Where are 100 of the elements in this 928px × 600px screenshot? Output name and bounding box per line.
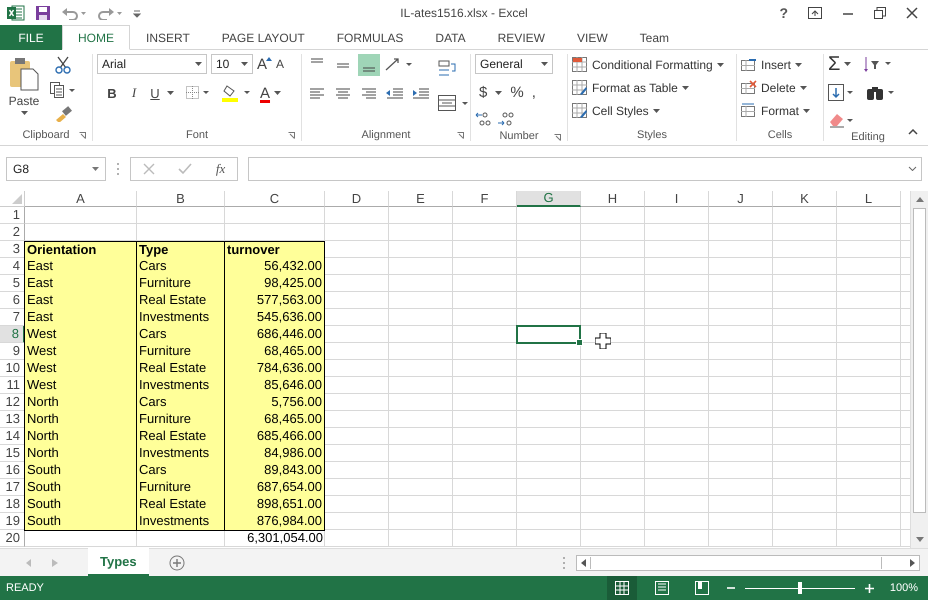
caret-icon[interactable] (274, 91, 282, 95)
restore-icon[interactable] (874, 6, 886, 18)
caret-icon[interactable] (167, 91, 174, 95)
decrease-decimal-icon[interactable] (497, 111, 515, 127)
table-cell: South (24, 513, 137, 531)
borders-icon[interactable] (186, 86, 210, 100)
table-cell: Furniture (136, 479, 225, 497)
increase-triangle-icon[interactable] (266, 57, 272, 61)
ribbon-tab[interactable]: Team (624, 25, 685, 50)
format-as-table-button[interactable]: Format as Table (572, 79, 732, 97)
formula-input[interactable] (248, 156, 922, 180)
font-name-dropdown[interactable]: Arial (97, 54, 207, 74)
table-cell: 686,446.00 (224, 326, 325, 344)
eraser-icon[interactable] (828, 112, 854, 128)
active-cell[interactable] (516, 325, 581, 344)
ribbon-tab[interactable]: PAGE LAYOUT (206, 25, 321, 50)
page-layout-view-glyph-icon[interactable] (654, 581, 669, 595)
table-cell: 876,984.00 (224, 513, 325, 531)
help-button[interactable]: ? (779, 4, 788, 20)
close-icon[interactable] (906, 6, 918, 18)
normal-view-icon[interactable] (606, 576, 637, 600)
insert-function-button[interactable]: fx (216, 160, 226, 176)
column-header[interactable]: G (517, 191, 581, 207)
table-cell: West (24, 326, 137, 344)
number-format-dropdown[interactable]: General (475, 54, 553, 74)
italic-button[interactable]: I (125, 85, 143, 101)
check-icon[interactable] (178, 162, 192, 174)
file-tab[interactable]: FILE (0, 25, 62, 50)
ribbon-tab[interactable]: FORMULAS (320, 25, 420, 50)
scroll-right-icon[interactable] (910, 558, 915, 566)
caret-icon[interactable] (195, 62, 202, 66)
bold-button[interactable]: B (103, 86, 121, 100)
cell-styles-button[interactable]: Cell Styles (572, 102, 732, 120)
merge-cells-icon[interactable] (438, 94, 470, 112)
zoom-level[interactable]: 100% (890, 582, 918, 594)
vertical-scrollbar[interactable] (910, 191, 928, 548)
normal-view-glyph-icon[interactable] (614, 581, 629, 595)
currency-button[interactable]: $ (479, 84, 488, 101)
fill-color-icon[interactable] (222, 84, 252, 102)
align-bottom-icon[interactable] (358, 54, 380, 76)
caret-icon[interactable] (241, 62, 248, 66)
dialog-launcher-icon[interactable] (457, 132, 464, 139)
ribbon-tab[interactable]: VIEW (560, 25, 624, 50)
ribbon-tab[interactable]: REVIEW (482, 25, 561, 50)
expand-formula-bar-icon[interactable] (908, 166, 917, 171)
save-icon[interactable] (35, 4, 51, 20)
add-sheet-icon[interactable] (168, 554, 185, 570)
comma-style-button[interactable]: , (532, 84, 536, 101)
percent-button[interactable]: % (510, 84, 524, 101)
page-break-view-glyph-icon[interactable] (694, 581, 709, 595)
zoom-in-icon[interactable] (864, 584, 874, 592)
sort-filter-icon[interactable] (863, 55, 894, 73)
table-cell: 98,425.00 (224, 275, 325, 293)
scroll-down-icon[interactable] (916, 537, 924, 542)
binoculars-icon[interactable] (866, 84, 896, 102)
caret-icon[interactable] (541, 62, 548, 66)
dialog-launcher-icon[interactable] (554, 134, 561, 141)
paste-label[interactable]: Paste (8, 94, 40, 108)
ribbon-tab[interactable]: DATA (419, 25, 482, 50)
grow-font-button[interactable]: A (257, 56, 268, 72)
insert-cells-button[interactable]: Insert (741, 56, 819, 74)
collapse-ribbon-icon[interactable] (908, 129, 918, 135)
dialog-launcher-icon[interactable] (79, 132, 86, 139)
caret-icon[interactable] (20, 111, 28, 115)
conditional-formatting-button[interactable]: Conditional Formatting (572, 56, 732, 74)
caret-icon[interactable] (495, 90, 502, 94)
ribbon-tab[interactable]: INSERT (130, 25, 206, 50)
caret-icon[interactable] (92, 166, 99, 170)
redo-icon[interactable] (97, 6, 123, 20)
table-cell: 85,646.00 (224, 377, 325, 395)
wrap-text-icon[interactable] (438, 60, 458, 78)
scroll-left-icon[interactable] (581, 558, 586, 566)
delete-cells-button[interactable]: Delete (741, 79, 819, 97)
paste-clipboard-icon[interactable] (9, 57, 39, 91)
customize-toolbar-icon[interactable] (133, 8, 141, 18)
caret-icon[interactable] (844, 62, 852, 66)
increase-decimal-icon[interactable] (475, 111, 493, 127)
zoom-out-icon[interactable] (726, 584, 735, 592)
fill-down-icon[interactable] (828, 84, 854, 102)
undo-icon[interactable] (61, 6, 87, 20)
font-color-button[interactable]: A (260, 84, 270, 102)
name-box[interactable]: G8 (6, 156, 106, 180)
scroll-up-icon[interactable] (916, 197, 924, 202)
sheet-tab[interactable]: Types (88, 548, 149, 576)
table-style-icon (572, 103, 588, 119)
row-header[interactable]: 20 (0, 530, 25, 547)
autosum-button[interactable]: Σ (828, 54, 840, 74)
underline-button[interactable]: U (147, 86, 163, 100)
row-header[interactable]: 8 (0, 326, 25, 343)
ribbon-tab[interactable]: HOME (62, 25, 130, 50)
ribbon-display-options-icon[interactable] (808, 6, 822, 18)
format-painter-icon[interactable] (54, 106, 72, 122)
table-cell: Cars (136, 326, 225, 344)
horizontal-scrollbar[interactable] (576, 554, 920, 570)
shrink-font-button[interactable]: A (276, 57, 284, 71)
font-size-dropdown[interactable]: 10 (211, 54, 253, 74)
dialog-launcher-icon[interactable] (288, 132, 295, 139)
scissors-icon[interactable] (55, 56, 71, 74)
format-cells-button[interactable]: Format (741, 102, 819, 120)
copy-icon[interactable] (50, 82, 76, 98)
